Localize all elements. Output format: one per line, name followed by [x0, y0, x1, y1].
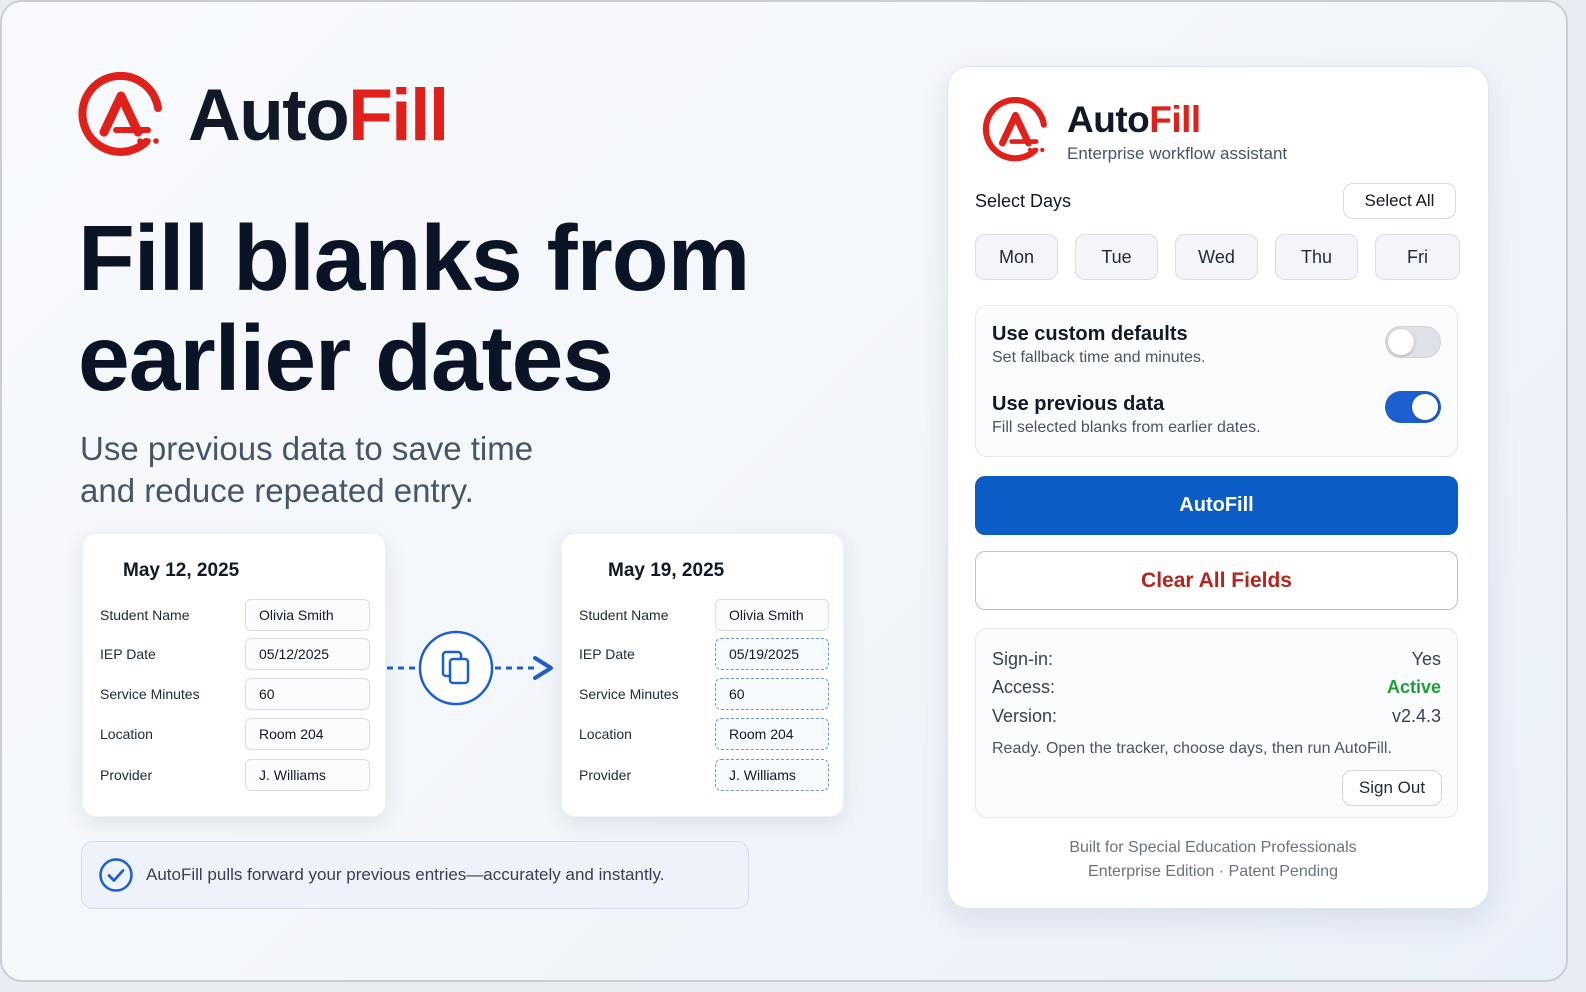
field-value-filled: 60 [715, 678, 829, 710]
signin-label: Sign-in: [992, 649, 1054, 669]
subheading-line-1: Use previous data to save time [80, 430, 534, 467]
previous-data-title: Use previous data [992, 393, 1165, 415]
select-days-label: Select Days [975, 191, 1072, 211]
headline-line-2: earlier dates [78, 306, 614, 410]
field-value-filled: Room 204 [715, 718, 829, 750]
record-row: Student Name Olivia Smith [100, 599, 370, 631]
field-label: Student Name [100, 607, 190, 623]
day-button-fri[interactable]: Fri [1375, 234, 1460, 280]
previous-data-toggle[interactable] [1385, 391, 1441, 423]
record-date: May 19, 2025 [608, 560, 725, 581]
previous-data-desc: Fill selected blanks from earlier dates. [992, 419, 1261, 436]
record-card-source: May 12, 2025 Student Name Olivia Smith I… [82, 533, 386, 817]
record-row: Service Minutes 60 [579, 678, 829, 710]
field-value-filled: 05/19/2025 [715, 638, 829, 670]
footer-line-1: Built for Special Education Professional… [1069, 839, 1357, 856]
banner-text: AutoFill pulls forward your previous ent… [146, 865, 665, 884]
status-card: Sign-in: Yes Access: Active Version: v2.… [975, 628, 1458, 818]
status-row-signin: Sign-in: Yes [992, 649, 1441, 670]
field-label: Location [100, 726, 153, 742]
field-value: 60 [245, 678, 370, 710]
record-row: Service Minutes 60 [100, 678, 370, 710]
status-message: Ready. Open the tracker, choose days, th… [992, 740, 1392, 757]
version-label: Version: [992, 706, 1058, 726]
custom-defaults-title: Use custom defaults [992, 323, 1188, 345]
brand-auto: Auto [188, 74, 350, 156]
access-label: Access: [992, 677, 1056, 697]
day-button-wed[interactable]: Wed [1175, 234, 1258, 280]
version-value: v2.4.3 [1391, 706, 1441, 726]
day-button-mon[interactable]: Mon [975, 234, 1058, 280]
field-value: Olivia Smith [715, 599, 829, 631]
app-frame: AutoFill Fill blanks from earlier dates … [0, 0, 1568, 982]
hero-brand-name: AutoFill [188, 79, 449, 152]
hero-headline: Fill blanks from earlier dates [78, 208, 838, 408]
hero-brand: AutoFill [78, 72, 449, 158]
status-row-version: Version: v2.4.3 [992, 706, 1441, 727]
panel-brand-name: AutoFill [1067, 101, 1201, 138]
field-label: IEP Date [579, 646, 635, 662]
record-row: Student Name Olivia Smith [579, 599, 829, 631]
day-button-thu[interactable]: Thu [1275, 234, 1358, 280]
arrow-right-icon [533, 656, 553, 680]
select-all-button[interactable]: Select All [1343, 183, 1456, 219]
signin-value: Yes [1411, 649, 1441, 669]
footer-line-2: Enterprise Edition · Patent Pending [1088, 863, 1338, 880]
record-row: IEP Date 05/19/2025 [579, 638, 829, 670]
status-row-access: Access: Active [992, 677, 1441, 698]
record-row: Location Room 204 [100, 718, 370, 750]
record-date: May 12, 2025 [123, 560, 240, 581]
field-value: J. Williams [245, 759, 370, 791]
clear-all-fields-button[interactable]: Clear All Fields [975, 551, 1458, 610]
field-label: Student Name [579, 607, 669, 623]
brand-fill: Fill [1149, 99, 1201, 140]
panel-tagline: Enterprise workflow assistant [1067, 144, 1288, 163]
field-label: Service Minutes [100, 686, 200, 702]
brand-fill: Fill [348, 74, 449, 156]
autofill-button[interactable]: AutoFill [975, 476, 1458, 535]
field-label: Location [579, 726, 632, 742]
day-selector: Mon Tue Wed Thu Fri [975, 234, 1460, 280]
field-label: IEP Date [100, 646, 156, 662]
field-value: Olivia Smith [245, 599, 370, 631]
options-card: Use custom defaults Set fallback time an… [975, 305, 1458, 457]
check-circle-icon [99, 858, 133, 892]
autofill-logo-icon [78, 72, 162, 156]
autofill-logo-icon [982, 97, 1047, 162]
headline-line-1: Fill blanks from [78, 206, 750, 310]
subheading-line-2: and reduce repeated entry. [80, 472, 474, 509]
brand-auto: Auto [1067, 99, 1150, 140]
custom-defaults-toggle[interactable] [1385, 326, 1441, 358]
custom-defaults-desc: Set fallback time and minutes. [992, 349, 1206, 366]
field-value: 05/12/2025 [245, 638, 370, 670]
day-button-tue[interactable]: Tue [1075, 234, 1158, 280]
field-label: Provider [579, 767, 632, 783]
record-card-target: May 19, 2025 Student Name Olivia Smith I… [561, 533, 844, 817]
info-banner: AutoFill pulls forward your previous ent… [81, 841, 749, 909]
field-value-filled: J. Williams [715, 759, 829, 791]
extension-panel: AutoFill Enterprise workflow assistant S… [947, 66, 1489, 909]
hero-subheading: Use previous data to save time and reduc… [80, 428, 600, 512]
toggle-knob [1388, 329, 1414, 355]
record-row: IEP Date 05/12/2025 [100, 638, 370, 670]
field-label: Provider [100, 767, 153, 783]
record-row: Location Room 204 [579, 718, 829, 750]
record-row: Provider J. Williams [100, 759, 370, 791]
field-value: Room 204 [245, 718, 370, 750]
toggle-knob [1412, 394, 1438, 420]
record-row: Provider J. Williams [579, 759, 829, 791]
access-value: Active [1386, 677, 1441, 697]
sign-out-button[interactable]: Sign Out [1342, 770, 1442, 806]
copy-connector [387, 630, 553, 706]
field-label: Service Minutes [579, 686, 679, 702]
